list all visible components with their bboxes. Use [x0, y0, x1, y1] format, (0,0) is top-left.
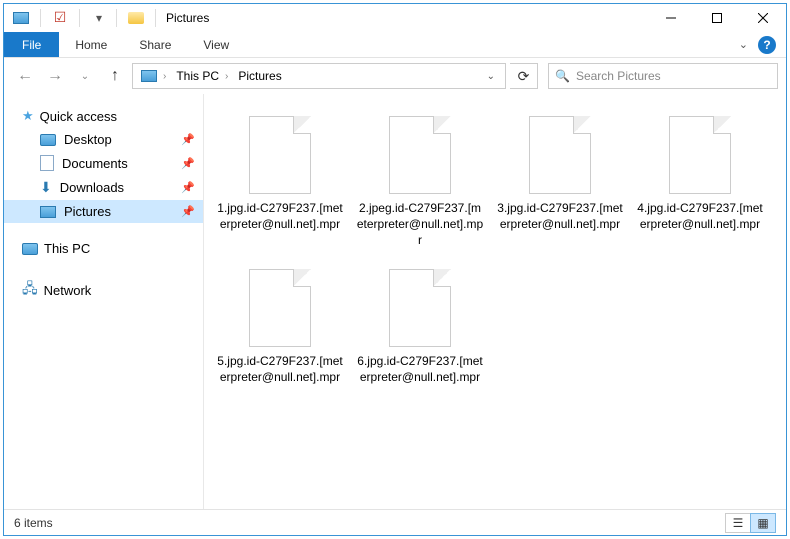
- file-name: 5.jpg.id-C279F237.[meterpreter@null.net]…: [216, 353, 344, 385]
- address-row: ← → ⌄ ↑ › This PC› Pictures ⌄ ⟳ 🔍 Search…: [4, 58, 786, 94]
- pin-icon: 📌: [181, 181, 195, 194]
- desktop-icon: [40, 134, 56, 146]
- monitor-icon: [22, 243, 38, 255]
- sidebar-item-label: Downloads: [60, 180, 124, 195]
- crumb-pictures[interactable]: Pictures: [234, 69, 285, 83]
- qat-pictures-icon[interactable]: [10, 7, 32, 29]
- folder-icon: [127, 9, 145, 27]
- address-dropdown-icon[interactable]: ⌄: [481, 71, 501, 82]
- sidebar-item-downloads[interactable]: ⬇ Downloads 📌: [4, 175, 203, 200]
- sidebar-item-label: Documents: [62, 156, 128, 171]
- pin-icon: 📌: [181, 205, 195, 218]
- file-name: 6.jpg.id-C279F237.[meterpreter@null.net]…: [356, 353, 484, 385]
- refresh-button[interactable]: ⟳: [510, 63, 538, 89]
- separator: [79, 9, 80, 27]
- sidebar-item-documents[interactable]: Documents 📌: [4, 151, 203, 175]
- status-bar: 6 items ☰ ▦: [4, 509, 786, 535]
- qat-dropdown-icon[interactable]: ▾: [88, 7, 110, 29]
- file-item[interactable]: 1.jpg.id-C279F237.[meterpreter@null.net]…: [214, 108, 346, 249]
- crumb-label: This PC: [176, 69, 219, 83]
- sidebar-item-pictures[interactable]: Pictures 📌: [4, 200, 203, 223]
- sidebar-network[interactable]: 🖧 Network: [4, 274, 203, 306]
- file-name: 2.jpeg.id-C279F237.[meterpreter@null.net…: [356, 200, 484, 249]
- file-item[interactable]: 3.jpg.id-C279F237.[meterpreter@null.net]…: [494, 108, 626, 249]
- up-button[interactable]: ↑: [102, 63, 128, 89]
- forward-button[interactable]: →: [42, 63, 68, 89]
- file-item[interactable]: 2.jpeg.id-C279F237.[meterpreter@null.net…: [354, 108, 486, 249]
- view-icons-button[interactable]: ▦: [750, 513, 776, 533]
- titlebar: ☑ ▾ Pictures: [4, 4, 786, 32]
- file-icon: [381, 261, 459, 347]
- search-input[interactable]: 🔍 Search Pictures: [548, 63, 778, 89]
- file-icon: [241, 108, 319, 194]
- back-button[interactable]: ←: [12, 63, 38, 89]
- minimize-button[interactable]: [648, 4, 694, 32]
- separator: [40, 9, 41, 27]
- sidebar-this-pc[interactable]: This PC: [4, 237, 203, 260]
- explorer-window: ☑ ▾ Pictures File Home Share View ⌄ ? ← …: [3, 3, 787, 536]
- file-name: 3.jpg.id-C279F237.[meterpreter@null.net]…: [496, 200, 624, 232]
- pictures-icon: [40, 206, 56, 218]
- file-icon: [381, 108, 459, 194]
- sidebar-item-label: Network: [44, 283, 92, 298]
- tab-home[interactable]: Home: [59, 32, 123, 57]
- file-item[interactable]: 5.jpg.id-C279F237.[meterpreter@null.net]…: [214, 261, 346, 385]
- sidebar-item-label: Quick access: [40, 109, 117, 124]
- crumb-pc-icon[interactable]: ›: [137, 70, 172, 82]
- file-pane[interactable]: 1.jpg.id-C279F237.[meterpreter@null.net]…: [204, 94, 786, 509]
- navigation-pane: ★ Quick access Desktop 📌 Documents 📌 ⬇ Do…: [4, 94, 204, 509]
- qat-properties-icon[interactable]: ☑: [49, 7, 71, 29]
- close-button[interactable]: [740, 4, 786, 32]
- file-tab[interactable]: File: [4, 32, 59, 57]
- star-icon: ★: [22, 108, 34, 124]
- maximize-button[interactable]: [694, 4, 740, 32]
- documents-icon: [40, 155, 54, 171]
- pin-icon: 📌: [181, 133, 195, 146]
- tab-view[interactable]: View: [187, 32, 245, 57]
- search-icon: 🔍: [555, 69, 570, 83]
- file-icon: [241, 261, 319, 347]
- view-details-button[interactable]: ☰: [725, 513, 751, 533]
- sidebar-item-label: Pictures: [64, 204, 111, 219]
- help-button[interactable]: ?: [758, 36, 776, 54]
- crumb-label: Pictures: [238, 69, 281, 83]
- file-name: 4.jpg.id-C279F237.[meterpreter@null.net]…: [636, 200, 764, 232]
- search-placeholder: Search Pictures: [576, 69, 661, 83]
- downloads-icon: ⬇: [40, 179, 52, 196]
- sidebar-item-label: This PC: [44, 241, 90, 256]
- file-icon: [521, 108, 599, 194]
- crumb-this-pc[interactable]: This PC›: [172, 69, 234, 83]
- window-title: Pictures: [166, 11, 209, 25]
- file-icon: [661, 108, 739, 194]
- file-item[interactable]: 4.jpg.id-C279F237.[meterpreter@null.net]…: [634, 108, 766, 249]
- address-bar[interactable]: › This PC› Pictures ⌄: [132, 63, 506, 89]
- sidebar-item-desktop[interactable]: Desktop 📌: [4, 128, 203, 151]
- status-text: 6 items: [14, 516, 53, 530]
- network-icon: 🖧: [22, 278, 38, 302]
- pin-icon: 📌: [181, 157, 195, 170]
- ribbon-expand-icon[interactable]: ⌄: [739, 38, 748, 51]
- file-name: 1.jpg.id-C279F237.[meterpreter@null.net]…: [216, 200, 344, 232]
- sidebar-quick-access[interactable]: ★ Quick access: [4, 104, 203, 128]
- tab-share[interactable]: Share: [123, 32, 187, 57]
- ribbon-bar: File Home Share View ⌄ ?: [4, 32, 786, 58]
- sidebar-item-label: Desktop: [64, 132, 112, 147]
- separator: [155, 9, 156, 27]
- recent-dropdown-icon[interactable]: ⌄: [72, 63, 98, 89]
- file-item[interactable]: 6.jpg.id-C279F237.[meterpreter@null.net]…: [354, 261, 486, 385]
- separator: [116, 9, 117, 27]
- body: ★ Quick access Desktop 📌 Documents 📌 ⬇ Do…: [4, 94, 786, 509]
